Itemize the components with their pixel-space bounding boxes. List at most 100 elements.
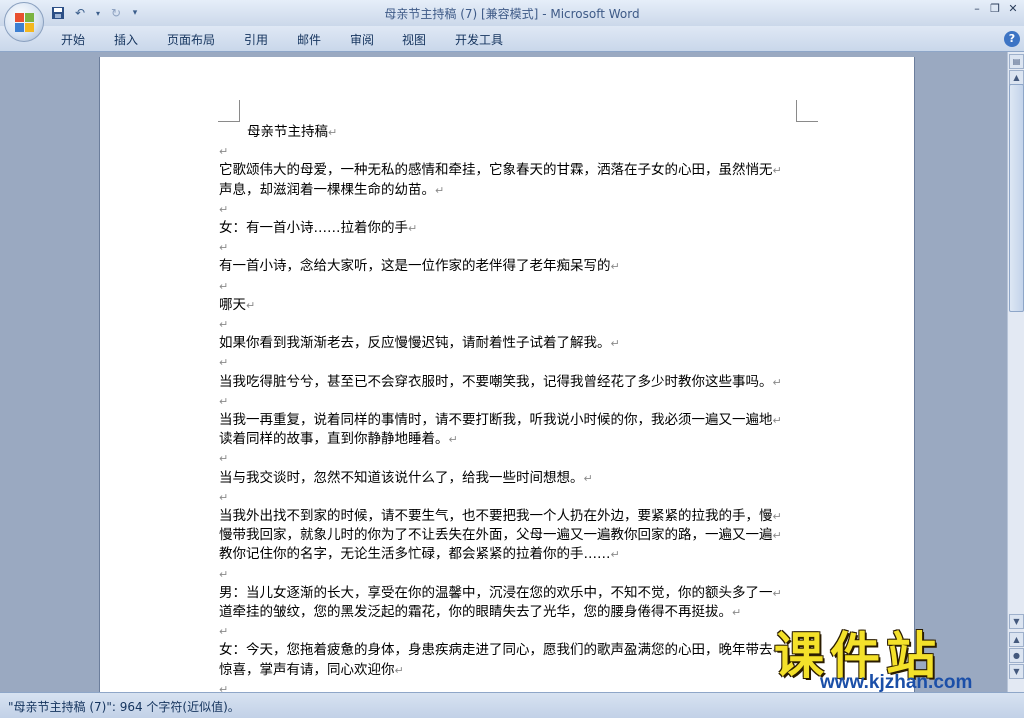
- restore-icon[interactable]: ❐: [988, 2, 1002, 16]
- margin-corner-mark: [218, 100, 240, 122]
- vertical-scrollbar[interactable]: ▤ ▲ ▼ ▲ ● ▼: [1007, 52, 1024, 692]
- title-bar: ↶ ▾ ↻ ▾ 母亲节主持稿 (7) [兼容模式] - Microsoft Wo…: [0, 0, 1024, 26]
- document-paragraph: 道牵挂的皱纹，您的黑发泛起的霜花，你的眼睛失去了光华，您的腰身倦得不再挺拔。↵: [219, 603, 799, 622]
- document-paragraph: 声息，却滋润着一棵棵生命的幼苗。↵: [219, 181, 799, 200]
- paragraph-mark-icon: ↵: [219, 452, 229, 466]
- document-paragraph: 当我吃得脏兮兮，甚至已不会穿衣服时，不要嘲笑我，记得我曾经花了多少时教你这些事吗…: [219, 373, 799, 392]
- close-icon[interactable]: ✕: [1006, 2, 1020, 16]
- title-separator: -: [538, 7, 551, 21]
- paragraph-text: 母亲节主持稿: [247, 124, 328, 140]
- document-paragraph: 哪天↵: [219, 296, 799, 315]
- document-paragraph: 当与我交谈时，忽然不知道该说什么了，给我一些时间想想。↵: [219, 469, 799, 488]
- tab-insert[interactable]: 插入: [114, 31, 138, 48]
- paragraph-mark-icon: ↵: [219, 202, 229, 216]
- window-title: 母亲节主持稿 (7) [兼容模式] - Microsoft Word: [0, 5, 1024, 22]
- paragraph-mark-icon: ↵: [772, 529, 782, 543]
- ruler-toggle-icon[interactable]: ▤: [1009, 54, 1024, 69]
- office-button[interactable]: [4, 2, 44, 42]
- watermark-logo: 课件站 www.kjzhan.com: [774, 616, 1014, 693]
- document-paragraph: 教你记住你的名字，无论生活多忙碌，都会紧紧的拉着你的手……↵: [219, 545, 799, 564]
- document-body[interactable]: 母亲节主持稿↵ ↵ 它歌颂伟大的母爱，一种无私的感情和牵挂，它象春天的甘霖，洒落在子…: [219, 123, 799, 697]
- document-paragraph: 读着同样的故事，直到你静静地睡着。↵: [219, 430, 799, 449]
- minimize-icon[interactable]: –: [970, 2, 984, 16]
- help-icon[interactable]: ?: [1004, 31, 1020, 47]
- document-paragraph: 它歌颂伟大的母爱，一种无私的感情和牵挂，它象春天的甘霖，洒落在子女的心田，虽然悄…: [219, 161, 799, 180]
- application-name: Microsoft Word: [550, 7, 640, 21]
- document-paragraph: ↵: [219, 315, 799, 334]
- document-paragraph: 男：当儿女逐渐的长大，享受在你的温馨中，沉浸在您的欢乐中，不知不觉，你的额头多了…: [219, 584, 799, 603]
- paragraph-mark-icon: ↵: [772, 414, 782, 428]
- document-paragraph: 女：有一首小诗……拉着你的手↵: [219, 219, 799, 238]
- document-paragraph: 有一首小诗，念给大家听，这是一位作家的老伴得了老年痴呆写的↵: [219, 257, 799, 276]
- paragraph-mark-icon: ↵: [219, 145, 229, 159]
- watermark-url: www.kjzhan.com: [820, 672, 973, 693]
- paragraph-text: 慢带我回家，就象儿时的你为了不让丢失在外面，父母一遍又一遍教你回家的路，一遍又一…: [219, 527, 773, 544]
- paragraph-text: 男：当儿女逐渐的长大，享受在你的温馨中，沉浸在您的欢乐中，不知不觉，你的额头多了…: [219, 584, 773, 601]
- document-paragraph: 慢带我回家，就象儿时的你为了不让丢失在外面，父母一遍又一遍教你回家的路，一遍又一…: [219, 526, 799, 545]
- paragraph-mark-icon: ↵: [219, 567, 229, 581]
- paragraph-mark-icon: ↵: [246, 298, 256, 312]
- document-page[interactable]: 母亲节主持稿↵ ↵ 它歌颂伟大的母爱，一种无私的感情和牵挂，它象春天的甘霖，洒落在子…: [99, 57, 915, 697]
- window-controls: – ❐ ✕: [970, 2, 1020, 16]
- paragraph-text: 它歌颂伟大的母爱，一种无私的感情和牵挂，它象春天的甘霖，洒落在子女的心田，虽然悄…: [219, 162, 773, 179]
- document-paragraph: 如果你看到我渐渐老去，反应慢慢迟钝，请耐着性子试着了解我。↵: [219, 334, 799, 353]
- paragraph-text: 如果你看到我渐渐老去，反应慢慢迟钝，请耐着性子试着了解我。: [219, 335, 611, 352]
- paragraph-text: 教你记住你的名字，无论生活多忙碌，都会紧紧的拉着你的手……: [219, 546, 611, 563]
- paragraph-text: 惊喜，掌声有请，同心欢迎你: [219, 661, 395, 678]
- tab-developer[interactable]: 开发工具: [455, 31, 503, 48]
- document-paragraph: 当我外出找不到家的时候，请不要生气，也不要把我一个人扔在外边，要紧紧的拉我的手，…: [219, 507, 799, 526]
- paragraph-mark-icon: ↵: [448, 433, 458, 447]
- scroll-up-button[interactable]: ▲: [1009, 70, 1024, 85]
- paragraph-mark-icon: ↵: [435, 183, 445, 197]
- paragraph-mark-icon: ↵: [772, 375, 782, 389]
- paragraph-mark-icon: ↵: [772, 164, 782, 178]
- paragraph-text: 读着同样的故事，直到你静静地睡着。: [219, 431, 449, 448]
- paragraph-text: 女：有一首小诗……拉着你的手: [219, 220, 408, 237]
- ribbon-tabs: 开始 插入 页面布局 引用 邮件 审阅 视图 开发工具 ?: [0, 26, 1024, 52]
- document-paragraph: ↵: [219, 488, 799, 507]
- tab-mailings[interactable]: 邮件: [297, 31, 321, 48]
- document-name: 母亲节主持稿 (7) [兼容模式]: [384, 7, 539, 21]
- paragraph-mark-icon: ↵: [772, 510, 782, 524]
- paragraph-mark-icon: ↵: [732, 606, 742, 620]
- tab-review[interactable]: 审阅: [350, 31, 374, 48]
- paragraph-mark-icon: ↵: [610, 337, 620, 351]
- tab-home[interactable]: 开始: [61, 31, 85, 48]
- paragraph-mark-icon: ↵: [610, 260, 620, 274]
- paragraph-mark-icon: ↵: [219, 625, 229, 639]
- paragraph-mark-icon: ↵: [772, 586, 782, 600]
- document-paragraph: ↵: [219, 392, 799, 411]
- paragraph-mark-icon: ↵: [219, 394, 229, 408]
- paragraph-mark-icon: ↵: [219, 356, 229, 370]
- tab-view[interactable]: 视图: [402, 31, 426, 48]
- paragraph-mark-icon: ↵: [610, 548, 620, 562]
- paragraph-text: 当我一再重复，说着同样的事情时，请不要打断我，听我说小时候的你，我必须一遍又一遍…: [219, 412, 773, 429]
- paragraph-text: 声息，却滋润着一棵棵生命的幼苗。: [219, 181, 435, 198]
- document-paragraph: ↵: [219, 200, 799, 219]
- margin-corner-mark: [796, 100, 818, 122]
- tab-references[interactable]: 引用: [244, 31, 268, 48]
- document-paragraph: ↵: [219, 449, 799, 468]
- paragraph-text: 道牵挂的皱纹，您的黑发泛起的霜花，你的眼睛失去了光华，您的腰身倦得不再挺拔。: [219, 604, 732, 621]
- scroll-thumb[interactable]: [1009, 84, 1024, 312]
- paragraph-mark-icon: ↵: [219, 279, 229, 293]
- document-area: 母亲节主持稿↵ ↵ 它歌颂伟大的母爱，一种无私的感情和牵挂，它象春天的甘霖，洒落在子…: [0, 52, 1007, 697]
- document-paragraph: ↵: [219, 238, 799, 257]
- status-bar: "母亲节主持稿 (7)": 964 个字符(近似值)。: [0, 692, 1024, 718]
- paragraph-text: 当我吃得脏兮兮，甚至已不会穿衣服时，不要嘲笑我，记得我曾经花了多少时教你这些事吗…: [219, 373, 773, 390]
- document-paragraph: ↵: [219, 353, 799, 372]
- office-logo-icon: [15, 13, 35, 33]
- document-paragraph: ↵: [219, 277, 799, 296]
- paragraph-mark-icon: ↵: [394, 663, 404, 677]
- paragraph-mark-icon: ↵: [219, 241, 229, 255]
- paragraph-text: 女：今天，您拖着疲惫的身体，身患疾病走进了同心，愿我们的歌声盈满您的心田，晚年带…: [219, 642, 773, 659]
- paragraph-mark-icon: ↵: [219, 490, 229, 504]
- status-word-count[interactable]: "母亲节主持稿 (7)": 964 个字符(近似值)。: [8, 698, 240, 715]
- paragraph-mark-icon: ↵: [583, 471, 593, 485]
- paragraph-mark-icon: ↵: [328, 126, 338, 139]
- document-paragraph: ↵: [219, 622, 799, 641]
- paragraph-text: 哪天: [219, 296, 246, 313]
- tab-page-layout[interactable]: 页面布局: [167, 31, 215, 48]
- document-title-line: 母亲节主持稿↵: [219, 123, 799, 142]
- document-paragraph: 女：今天，您拖着疲惫的身体，身患疾病走进了同心，愿我们的歌声盈满您的心田，晚年带…: [219, 641, 799, 660]
